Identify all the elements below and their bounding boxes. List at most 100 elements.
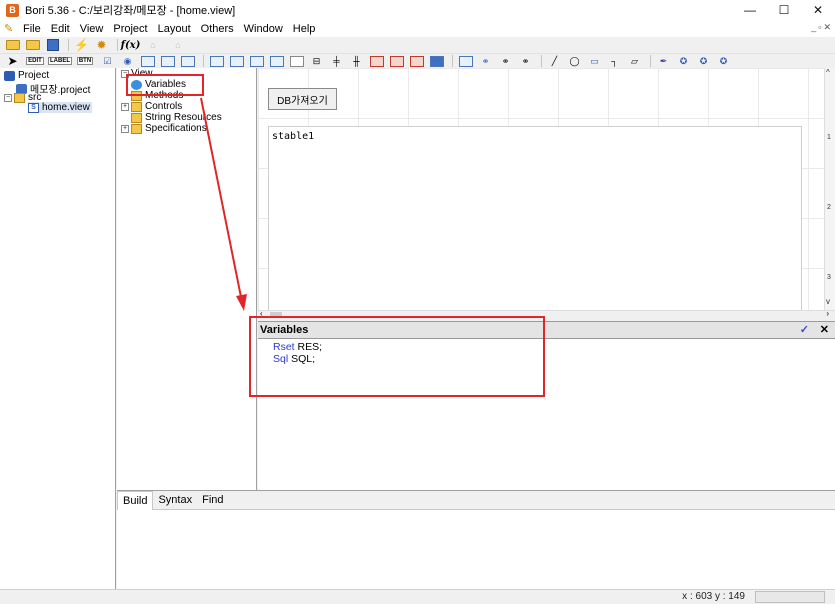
annotation-box-variables-panel	[249, 316, 545, 397]
link-tool-1[interactable]: ⚭	[477, 54, 494, 68]
menu-help[interactable]: Help	[288, 23, 321, 35]
pen-tool[interactable]: ✒	[655, 54, 672, 68]
outline-item-controls[interactable]: + Controls	[121, 101, 182, 112]
shape-tool[interactable]: ▱	[626, 54, 643, 68]
view-file-node[interactable]: S home.view	[28, 102, 92, 113]
run-button[interactable]: ✹	[93, 38, 110, 52]
toolbar-separator	[117, 39, 118, 51]
mdi-restore-icon[interactable]: ▫	[818, 22, 821, 33]
combo-tool[interactable]	[139, 54, 156, 68]
vertical-ruler: ^ 1 2 3 v	[824, 68, 835, 310]
form-tool[interactable]	[457, 54, 474, 68]
app-logo-icon: B	[6, 3, 19, 17]
tab-tool[interactable]	[228, 54, 245, 68]
combobox-icon	[140, 55, 155, 67]
outline-item-specifications[interactable]: + Specifications	[121, 123, 207, 134]
edit-tool[interactable]: EDIT	[24, 54, 46, 68]
grid-icon	[409, 55, 424, 67]
toolbar-separator	[452, 55, 453, 67]
tab-find[interactable]: Find	[197, 491, 228, 509]
tab-build[interactable]: Build	[117, 491, 154, 510]
scroll-up-icon[interactable]: ^	[826, 68, 830, 77]
close-button[interactable]: ✕	[801, 0, 835, 20]
outline-item-label: Specifications	[145, 123, 207, 134]
corner-tool[interactable]: ┐	[606, 54, 623, 68]
minimize-button[interactable]: —	[733, 0, 767, 20]
label-tool-label: LABEL	[48, 57, 72, 65]
list-tool[interactable]	[159, 54, 176, 68]
menu-edit[interactable]: Edit	[46, 23, 75, 35]
stable1-table[interactable]: stable1	[268, 126, 802, 310]
project-root-node[interactable]: Project	[4, 70, 49, 81]
close-panel-icon[interactable]: ✕	[820, 323, 829, 336]
build-button[interactable]: ⚡	[73, 38, 90, 52]
button-tool-label: BTN	[76, 57, 94, 65]
db-load-button[interactable]: DB가져오기	[268, 88, 337, 110]
textarea-tool[interactable]	[179, 54, 196, 68]
grid-tool-1[interactable]	[368, 54, 385, 68]
frame-tool[interactable]	[248, 54, 265, 68]
vsplit-tool[interactable]: ╪	[328, 54, 345, 68]
open-button[interactable]	[24, 38, 41, 52]
lightning-icon: ⚡	[74, 38, 89, 52]
line-tool[interactable]: ╱	[546, 54, 563, 68]
design-canvas[interactable]: DB가져오기 stable1	[258, 68, 824, 310]
output-panel: Build Syntax Find	[117, 490, 835, 589]
spin-tool[interactable]: ⊟	[308, 54, 325, 68]
special-icon: ✪	[699, 55, 708, 66]
outline-item-string-resources[interactable]: String Resources	[131, 112, 222, 123]
tab-syntax[interactable]: Syntax	[153, 491, 197, 509]
special-tool-2[interactable]: ✪	[695, 54, 712, 68]
menu-others[interactable]: Others	[196, 23, 239, 35]
new-folder-icon	[5, 40, 20, 50]
function-button[interactable]: f(x)	[120, 38, 141, 52]
grid-tool-2[interactable]	[388, 54, 405, 68]
scroll-down-icon[interactable]: v	[826, 297, 830, 306]
mdi-close-icon[interactable]: ✕	[823, 22, 831, 33]
vertical-split-icon: ╪	[333, 56, 340, 66]
listbox-icon	[160, 55, 175, 67]
special-tool-1[interactable]: ✪	[675, 54, 692, 68]
hsplit-tool[interactable]: ╫	[348, 54, 365, 68]
menu-view[interactable]: View	[75, 23, 109, 35]
grid-tool-3[interactable]	[408, 54, 425, 68]
xml-tool[interactable]	[428, 54, 445, 68]
link-tool-3[interactable]: ⚭	[517, 54, 534, 68]
rect-tool[interactable]: ▭	[586, 54, 603, 68]
menu-window[interactable]: Window	[239, 23, 288, 35]
cursor-coordinates: x : 603 y : 149	[682, 591, 745, 602]
view-file-icon: S	[28, 102, 39, 113]
maximize-button[interactable]: ☐	[767, 0, 801, 20]
special-tool-3[interactable]: ✪	[715, 54, 732, 68]
cursor-icon: ➤	[7, 54, 18, 68]
pointer-tool[interactable]: ➤	[4, 54, 21, 68]
save-button[interactable]	[44, 38, 61, 52]
ellipse-tool[interactable]: ◯	[566, 54, 583, 68]
image-tool[interactable]	[268, 54, 285, 68]
checkbox-tool[interactable]: ☑	[99, 54, 116, 68]
groupbox-tool[interactable]	[288, 54, 305, 68]
panel-tool[interactable]	[208, 54, 225, 68]
radio-tool[interactable]: ◉	[119, 54, 136, 68]
function-icon: f(x)	[120, 39, 141, 51]
mdi-minimize-icon[interactable]: _	[811, 22, 816, 33]
link-icon: ⚭	[481, 55, 490, 66]
new-project-button[interactable]	[4, 38, 21, 52]
expand-icon[interactable]: +	[121, 124, 129, 133]
table-label: stable1	[272, 131, 315, 142]
link-tool-2[interactable]: ⚭	[497, 54, 514, 68]
pin-icon[interactable]: ✓	[800, 323, 809, 336]
label-tool[interactable]: LABEL	[48, 54, 72, 68]
menu-layout[interactable]: Layout	[153, 23, 196, 35]
menu-bar: ✎ File Edit View Project Layout Others W…	[0, 20, 835, 37]
button-tool[interactable]: BTN	[74, 54, 96, 68]
scroll-right-icon[interactable]: ›	[826, 309, 829, 318]
open-folder-icon	[25, 40, 40, 50]
line-icon: ╱	[551, 55, 558, 66]
annotation-box-variables-node	[126, 74, 204, 96]
groupbox-icon	[289, 55, 304, 67]
menu-file[interactable]: File	[18, 23, 46, 35]
expand-icon[interactable]: +	[121, 102, 129, 111]
collapse-icon[interactable]: −	[4, 93, 12, 102]
menu-project[interactable]: Project	[108, 23, 152, 35]
